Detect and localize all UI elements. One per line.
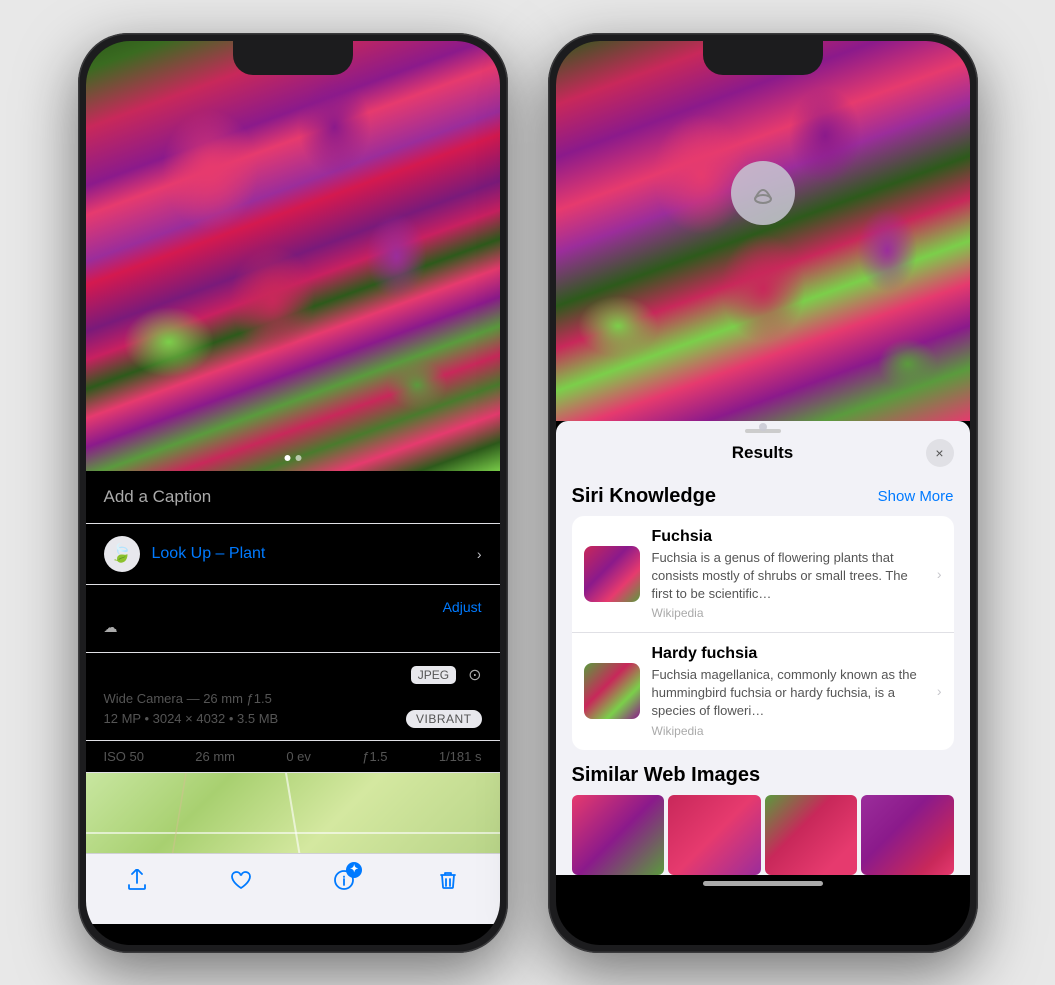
camera-specs: Wide Camera — 26 mm ƒ1.5 bbox=[104, 691, 482, 706]
knowledge-cards: Fuchsia Fuchsia is a genus of flowering … bbox=[572, 516, 954, 750]
mp-text: 12 MP • 3024 × 4032 • 3.5 MB bbox=[104, 711, 279, 726]
similar-img-4[interactable] bbox=[861, 795, 954, 875]
card-content-fuchsia: Fuchsia Fuchsia is a genus of flowering … bbox=[652, 528, 925, 621]
results-close-button[interactable]: × bbox=[926, 439, 954, 467]
dot-indicator bbox=[284, 455, 301, 461]
notch bbox=[233, 41, 353, 75]
leaf-icon: 🍃 bbox=[110, 543, 132, 564]
exif-focal: 26 mm bbox=[195, 749, 235, 764]
card-desc-hardy: Fuchsia magellanica, commonly known as t… bbox=[652, 666, 925, 721]
exif-row: ISO 50 26 mm 0 ev ƒ1.5 1/181 s bbox=[86, 741, 500, 773]
filename-text: IMG_4241 bbox=[124, 619, 189, 635]
card-chevron-hardy: › bbox=[937, 683, 942, 699]
dot-active bbox=[284, 455, 290, 461]
caption-placeholder[interactable]: Add a Caption bbox=[104, 487, 212, 506]
siri-visual-search-bubble bbox=[731, 161, 795, 225]
caption-area[interactable]: Add a Caption bbox=[86, 471, 500, 524]
siri-dot bbox=[759, 423, 767, 431]
siri-knowledge-header: Siri Knowledge Show More bbox=[572, 485, 954, 508]
similar-images-row bbox=[572, 795, 954, 875]
flower-photo-right bbox=[556, 41, 970, 421]
card-title-hardy: Hardy fuchsia bbox=[652, 645, 925, 663]
results-sheet: Results × Siri Knowledge Show More bbox=[556, 421, 970, 875]
date-text: Monday • May 30, 2022 • 9:23 AM bbox=[104, 599, 315, 615]
toolbar-left: ✦ bbox=[86, 853, 500, 924]
lookup-icon-circle: 🍃 bbox=[104, 536, 140, 572]
lookup-row[interactable]: 🍃 Look Up – Plant › bbox=[86, 524, 500, 585]
card-chevron-fuchsia: › bbox=[937, 566, 942, 582]
map-area bbox=[86, 773, 500, 853]
lookup-chevron: › bbox=[477, 546, 482, 562]
flower-photo-left bbox=[86, 41, 500, 471]
similar-img-3[interactable] bbox=[765, 795, 858, 875]
device-row: Apple iPhone 13 Pro JPEG ⊙ Wide Camera —… bbox=[86, 653, 500, 741]
similar-title: Similar Web Images bbox=[572, 764, 954, 787]
knowledge-card-fuchsia[interactable]: Fuchsia Fuchsia is a genus of flowering … bbox=[572, 516, 954, 634]
exif-ev: 0 ev bbox=[286, 749, 311, 764]
notch-right bbox=[703, 41, 823, 75]
format-badge: JPEG bbox=[411, 666, 456, 684]
card-content-hardy: Hardy fuchsia Fuchsia magellanica, commo… bbox=[652, 645, 925, 738]
date-row: Monday • May 30, 2022 • 9:23 AM Adjust ☁… bbox=[86, 585, 500, 653]
card-source-fuchsia: Wikipedia bbox=[652, 606, 925, 620]
info-button[interactable]: ✦ bbox=[330, 866, 358, 894]
lens-icon: ⊙ bbox=[468, 665, 481, 685]
knowledge-card-hardy[interactable]: Hardy fuchsia Fuchsia magellanica, commo… bbox=[572, 633, 954, 750]
similar-section: Similar Web Images bbox=[572, 764, 954, 875]
siri-knowledge-title: Siri Knowledge bbox=[572, 485, 716, 508]
similar-img-2[interactable] bbox=[668, 795, 761, 875]
share-button[interactable] bbox=[123, 866, 151, 894]
left-phone: Add a Caption 🍃 Look Up – Plant › Monday… bbox=[78, 33, 508, 953]
results-title: Results bbox=[732, 443, 793, 463]
adjust-btn[interactable]: Adjust bbox=[443, 599, 482, 615]
results-content: Siri Knowledge Show More Fuchsia Fuchsia… bbox=[556, 473, 970, 875]
card-thumb-hardy bbox=[584, 663, 640, 719]
card-source-hardy: Wikipedia bbox=[652, 724, 925, 738]
dot-1 bbox=[295, 455, 301, 461]
exif-aperture: ƒ1.5 bbox=[362, 749, 387, 764]
card-title-fuchsia: Fuchsia bbox=[652, 528, 925, 546]
card-desc-fuchsia: Fuchsia is a genus of flowering plants t… bbox=[652, 549, 925, 604]
lookup-label: Look Up – Plant bbox=[152, 545, 266, 563]
home-bar-right bbox=[703, 881, 823, 886]
cloud-icon: ☁ bbox=[104, 619, 118, 636]
results-header: Results × bbox=[556, 433, 970, 473]
favorite-button[interactable] bbox=[227, 866, 255, 894]
card-thumb-fuchsia bbox=[584, 546, 640, 602]
info-badge-dot: ✦ bbox=[346, 862, 362, 878]
delete-button[interactable] bbox=[434, 866, 462, 894]
device-name: Apple iPhone 13 Pro bbox=[104, 666, 242, 683]
exif-shutter: 1/181 s bbox=[439, 749, 482, 764]
similar-img-1[interactable] bbox=[572, 795, 665, 875]
show-more-button[interactable]: Show More bbox=[878, 488, 954, 505]
exif-iso: ISO 50 bbox=[104, 749, 144, 764]
vibrant-badge: VIBRANT bbox=[406, 710, 482, 728]
home-bar-left bbox=[233, 930, 353, 935]
right-phone: Results × Siri Knowledge Show More bbox=[548, 33, 978, 953]
